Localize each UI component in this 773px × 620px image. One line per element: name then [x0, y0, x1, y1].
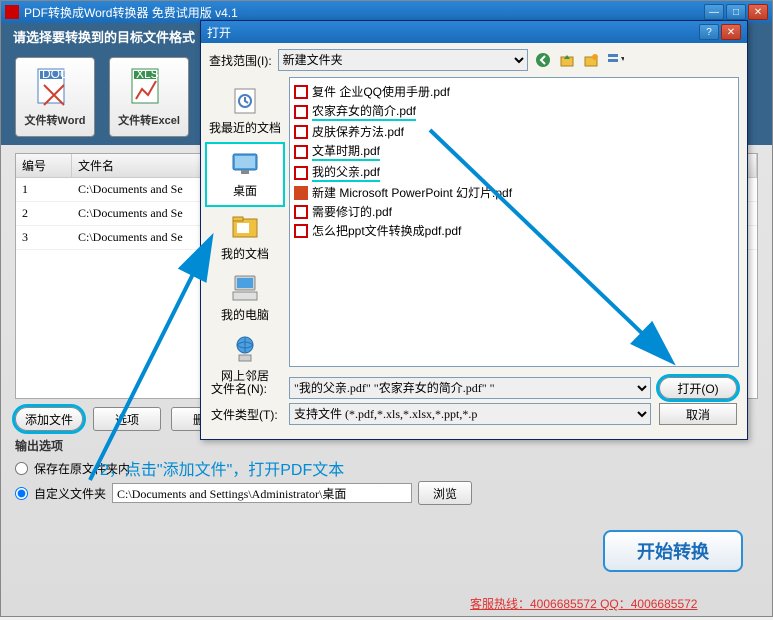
excel-doc-icon: XLS — [128, 67, 170, 109]
up-folder-icon[interactable] — [558, 51, 576, 69]
place-mydocs[interactable]: 我的文档 — [201, 207, 289, 268]
add-file-button[interactable]: 添加文件 — [15, 407, 83, 431]
file-name: 皮肤保养方法.pdf — [312, 123, 404, 140]
radio-same-input[interactable] — [15, 462, 28, 475]
new-folder-icon[interactable] — [582, 51, 600, 69]
dialog-help-button[interactable]: ? — [699, 24, 719, 40]
place-desktop[interactable]: 桌面 — [205, 142, 285, 207]
maximize-button[interactable]: □ — [726, 4, 746, 20]
col-id-header: 编号 — [16, 154, 72, 177]
filename-input[interactable]: "我的父亲.pdf" "农家弃女的简介.pdf" " — [289, 377, 651, 399]
file-open-dialog: 打开 ? ✕ 查找范围(I): 新建文件夹 我最近的文档 桌面 我的文档 — [200, 20, 748, 440]
minimize-button[interactable]: — — [704, 4, 724, 20]
mydocs-icon — [229, 211, 261, 243]
svg-text:DOC: DOC — [42, 67, 69, 81]
file-item[interactable]: 新建 Microsoft PowerPoint 幻灯片.pdf — [294, 183, 734, 202]
radio-custom-folder[interactable]: 自定义文件夹 浏览 — [15, 481, 758, 505]
pdf-file-icon — [294, 85, 308, 99]
custom-path-input[interactable] — [112, 483, 412, 503]
app-title: PDF转换成Word转换器 免费试用版 v4.1 — [24, 4, 702, 21]
app-icon — [5, 5, 19, 19]
dialog-title: 打开 — [207, 24, 697, 41]
places-bar: 我最近的文档 桌面 我的文档 我的电脑 网上邻居 — [201, 77, 289, 367]
file-item[interactable]: 皮肤保养方法.pdf — [294, 122, 734, 141]
file-item[interactable]: 需要修订的.pdf — [294, 202, 734, 221]
back-icon[interactable] — [534, 51, 552, 69]
dialog-toolbar: 查找范围(I): 新建文件夹 — [201, 43, 747, 77]
pdf-file-icon — [294, 105, 308, 119]
dialog-close-button[interactable]: ✕ — [721, 24, 741, 40]
word-doc-icon: DOC — [34, 67, 76, 109]
ppt-file-icon — [294, 186, 308, 200]
pdf-file-icon — [294, 224, 308, 238]
desktop-icon — [229, 148, 261, 180]
file-name: 需要修订的.pdf — [312, 203, 392, 220]
pdf-file-icon — [294, 145, 308, 159]
cell-id: 3 — [16, 226, 72, 249]
file-name: 复件 企业QQ使用手册.pdf — [312, 83, 450, 100]
svg-text:XLS: XLS — [136, 67, 159, 81]
hotline-text: 客服热线：4006685572 QQ：4006685572 — [470, 595, 697, 612]
network-icon — [229, 333, 261, 365]
close-button[interactable]: ✕ — [748, 4, 768, 20]
place-recent-label: 我最近的文档 — [209, 119, 281, 136]
lookin-select[interactable]: 新建文件夹 — [278, 49, 528, 71]
dialog-body: 我最近的文档 桌面 我的文档 我的电脑 网上邻居 复件 企业QQ使用手册.pdf… — [201, 77, 747, 367]
file-item[interactable]: 我的父亲.pdf — [294, 162, 734, 183]
file-name: 文革时期.pdf — [312, 142, 380, 161]
view-menu-icon[interactable] — [606, 51, 624, 69]
dialog-titlebar: 打开 ? ✕ — [201, 21, 747, 43]
radio-custom-input[interactable] — [15, 487, 28, 500]
options-button[interactable]: 选项 — [93, 407, 161, 431]
browse-button[interactable]: 浏览 — [418, 481, 472, 505]
lookin-label: 查找范围(I): — [209, 52, 272, 69]
file-item[interactable]: 文革时期.pdf — [294, 141, 734, 162]
file-name: 怎么把ppt文件转换成pdf.pdf — [312, 222, 461, 239]
cancel-button[interactable]: 取消 — [659, 403, 737, 425]
pdf-file-icon — [294, 125, 308, 139]
filename-label: 文件名(N): — [211, 380, 281, 397]
convert-word-label: 文件转Word — [25, 112, 86, 128]
place-recent[interactable]: 我最近的文档 — [201, 81, 289, 142]
pdf-file-icon — [294, 205, 308, 219]
filetype-label: 文件类型(T): — [211, 406, 281, 423]
file-list[interactable]: 复件 企业QQ使用手册.pdf 农家弃女的简介.pdf 皮肤保养方法.pdf 文革时期… — [289, 77, 739, 367]
file-item[interactable]: 复件 企业QQ使用手册.pdf — [294, 82, 734, 101]
annotation-text: 2，点击"添加文件"，打开PDF文本 — [100, 456, 344, 480]
computer-icon — [229, 272, 261, 304]
radio-custom-label: 自定义文件夹 — [34, 485, 106, 502]
file-name: 我的父亲.pdf — [312, 163, 380, 182]
place-desktop-label: 桌面 — [233, 182, 257, 199]
start-convert-button[interactable]: 开始转换 — [603, 530, 743, 572]
place-mycomputer[interactable]: 我的电脑 — [201, 268, 289, 329]
convert-word-button[interactable]: DOC 文件转Word — [15, 57, 95, 137]
convert-excel-label: 文件转Excel — [118, 112, 180, 128]
file-name: 农家弃女的简介.pdf — [312, 102, 416, 121]
file-item[interactable]: 怎么把ppt文件转换成pdf.pdf — [294, 221, 734, 240]
pdf-file-icon — [294, 166, 308, 180]
place-mydocs-label: 我的文档 — [221, 245, 269, 262]
file-item[interactable]: 农家弃女的简介.pdf — [294, 101, 734, 122]
filetype-select[interactable]: 支持文件 (*.pdf,*.xls,*.xlsx,*.ppt,*.p — [289, 403, 651, 425]
convert-excel-button[interactable]: XLS 文件转Excel — [109, 57, 189, 137]
cell-id: 1 — [16, 178, 72, 201]
place-mycomputer-label: 我的电脑 — [221, 306, 269, 323]
file-name: 新建 Microsoft PowerPoint 幻灯片.pdf — [312, 184, 512, 201]
cell-id: 2 — [16, 202, 72, 225]
open-button[interactable]: 打开(O) — [659, 377, 737, 399]
recent-icon — [229, 85, 261, 117]
